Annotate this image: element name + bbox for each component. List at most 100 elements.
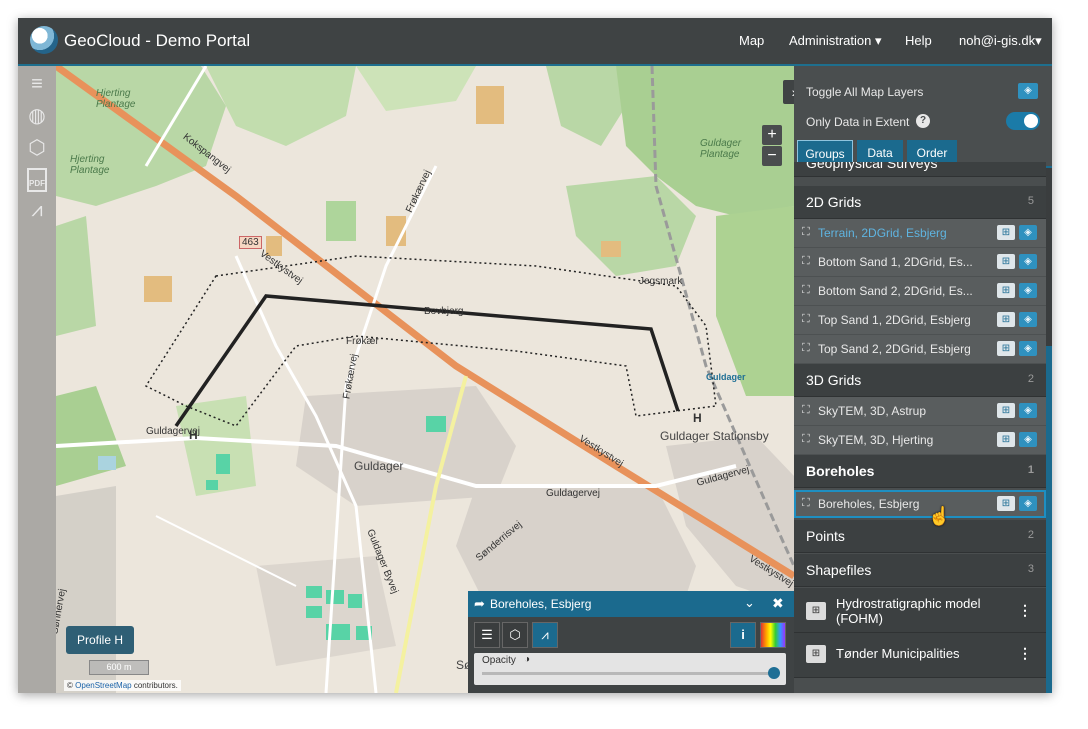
layers-icon[interactable]: ◈ bbox=[1019, 283, 1037, 298]
shapefile-row[interactable]: ⊞ Tønder Municipalities ⋮ bbox=[794, 633, 1046, 678]
group-label: Shapefiles bbox=[806, 562, 872, 578]
layers-icon[interactable]: ◈ bbox=[1019, 312, 1037, 327]
nav-help[interactable]: Help bbox=[905, 33, 932, 48]
expand-icon[interactable]: ⛶ bbox=[802, 404, 814, 416]
layer-row[interactable]: ⛶ Top Sand 1, 2DGrid, Esbjerg ⊞ ◈ bbox=[794, 306, 1046, 335]
only-extent-toggle[interactable] bbox=[1006, 112, 1040, 130]
chevron-right-icon[interactable]: › bbox=[783, 80, 794, 104]
layer-popup: ➦ Boreholes, Esbjerg ⌄ ✖ ☰ ⬡ ⩘ i Opacity… bbox=[468, 591, 794, 693]
layer-name: SkyTEM, 3D, Astrup bbox=[818, 404, 927, 418]
legend-icon[interactable]: ⊞ bbox=[997, 496, 1015, 511]
layer-name: Top Sand 1, 2DGrid, Esbjerg bbox=[818, 313, 971, 327]
nav-user[interactable]: noh@i-gis.dk▾ bbox=[959, 33, 1042, 49]
layers-icon[interactable]: ◈ bbox=[1019, 403, 1037, 418]
nav-administration[interactable]: Administration ▾ bbox=[789, 33, 882, 49]
map-label-town: Guldager Stationsby bbox=[660, 429, 769, 443]
cube-button[interactable]: ⬡ bbox=[502, 622, 528, 648]
osm-link[interactable]: OpenStreetMap bbox=[75, 681, 131, 690]
group-count: 1 bbox=[1027, 464, 1034, 476]
app-window: GeoCloud - Demo Portal Map Administratio… bbox=[18, 18, 1052, 693]
borehole-marker[interactable]: H bbox=[189, 428, 198, 442]
group-header-boreholes[interactable]: Boreholes 1 bbox=[794, 455, 1046, 488]
layers-icon[interactable]: ≡ bbox=[25, 72, 49, 96]
legend-icon[interactable]: ⊞ bbox=[806, 645, 826, 663]
pdf-icon[interactable]: PDF bbox=[27, 168, 47, 192]
nav-administration-label: Administration bbox=[789, 33, 872, 48]
kebab-menu-icon[interactable]: ⋮ bbox=[1018, 645, 1032, 662]
layer-row-selected[interactable]: ⛶ Boreholes, Esbjerg ⊞ ◈ bbox=[794, 490, 1046, 518]
chart-icon[interactable]: ⩘ bbox=[25, 198, 49, 222]
scrollbar-thumb[interactable] bbox=[1046, 346, 1052, 693]
layer-row[interactable]: ⛶ Bottom Sand 1, 2DGrid, Es... ⊞ ◈ bbox=[794, 248, 1046, 277]
legend-icon[interactable]: ⊞ bbox=[997, 225, 1015, 240]
group-header-shapefiles[interactable]: Shapefiles 3 bbox=[794, 554, 1046, 587]
color-scale-button[interactable] bbox=[760, 622, 786, 648]
close-icon[interactable]: ✖ bbox=[772, 595, 784, 612]
legend-icon[interactable]: ⊞ bbox=[997, 403, 1015, 418]
layers-icon[interactable]: ◈ bbox=[1019, 341, 1037, 356]
attribution-prefix: © bbox=[67, 681, 73, 690]
layer-row[interactable]: ⛶ SkyTEM, 3D, Hjerting ⊞ ◈ bbox=[794, 426, 1046, 455]
layers-icon[interactable]: ◈ bbox=[1019, 496, 1037, 511]
expand-icon[interactable]: ⛶ bbox=[802, 497, 814, 509]
group-header-points[interactable]: Points 2 bbox=[794, 520, 1046, 553]
group-label: 2D Grids bbox=[806, 194, 862, 210]
profile-button[interactable]: Profile H bbox=[66, 626, 134, 654]
opacity-slider-handle[interactable] bbox=[768, 667, 780, 679]
expand-icon[interactable]: ⛶ bbox=[802, 433, 814, 445]
layer-name: Boreholes, Esbjerg bbox=[818, 497, 920, 511]
legend-icon[interactable]: ⊞ bbox=[997, 312, 1015, 327]
layers-icon[interactable]: ◈ bbox=[1019, 225, 1037, 240]
expand-icon[interactable]: ⛶ bbox=[802, 255, 814, 267]
legend-icon[interactable]: ⊞ bbox=[997, 254, 1015, 269]
opacity-label: Opacity bbox=[482, 655, 516, 666]
globe-icon[interactable]: ◍ bbox=[25, 104, 49, 128]
shapefile-row[interactable]: ⊞ Hydrostratigraphic model (FOHM) ⋮ bbox=[794, 588, 1046, 633]
group-header-3d-grids[interactable]: 3D Grids 2 bbox=[794, 364, 1046, 397]
geocloud-logo[interactable] bbox=[30, 26, 58, 54]
layer-name: SkyTEM, 3D, Hjerting bbox=[818, 433, 934, 447]
layer-row[interactable]: ⛶ Terrain, 2DGrid, Esbjerg ⊞ ◈ bbox=[794, 219, 1046, 248]
road-number-label: 463 bbox=[239, 236, 262, 249]
layer-name: Bottom Sand 1, 2DGrid, Es... bbox=[818, 255, 973, 269]
legend-icon[interactable]: ⊞ bbox=[997, 432, 1015, 447]
map-label-town: Guldager bbox=[354, 459, 404, 473]
app-title[interactable]: GeoCloud - Demo Portal bbox=[64, 31, 250, 51]
expand-icon[interactable]: ⛶ bbox=[802, 342, 814, 354]
layer-row[interactable]: ⛶ Top Sand 2, 2DGrid, Esbjerg ⊞ ◈ bbox=[794, 335, 1046, 364]
help-icon[interactable]: ? bbox=[916, 114, 930, 128]
chart-button[interactable]: ⩘ bbox=[532, 622, 558, 648]
attribution-suffix: contributors. bbox=[133, 681, 178, 690]
legend-icon[interactable]: ⊞ bbox=[997, 283, 1015, 298]
map-label-road: Guldagervej bbox=[546, 488, 600, 499]
info-button[interactable]: i bbox=[730, 622, 756, 648]
map-label-place: Bovbjerg bbox=[424, 306, 464, 317]
layer-row[interactable]: ⛶ SkyTEM, 3D, Astrup ⊞ ◈ bbox=[794, 397, 1046, 426]
layers-icon[interactable]: ◈ bbox=[1019, 254, 1037, 269]
popup-title: Boreholes, Esbjerg bbox=[490, 597, 592, 611]
expand-icon[interactable]: ⛶ bbox=[802, 313, 814, 325]
legend-icon[interactable]: ⊞ bbox=[997, 341, 1015, 356]
chevron-down-icon[interactable]: ⌄ bbox=[744, 595, 755, 611]
map-label-station: Guldager bbox=[706, 372, 746, 382]
group-header-2d-grids[interactable]: 2D Grids 5 bbox=[794, 186, 1046, 219]
cube-icon[interactable]: ⬡ bbox=[25, 136, 49, 160]
group-count: 3 bbox=[1027, 563, 1034, 575]
expand-icon[interactable]: ⛶ bbox=[802, 226, 814, 238]
nav-map[interactable]: Map bbox=[739, 33, 764, 48]
group-count: 2 bbox=[1027, 373, 1034, 385]
borehole-marker[interactable]: H bbox=[693, 411, 702, 425]
group-count: 2 bbox=[1027, 529, 1034, 541]
zoom-out-button[interactable]: − bbox=[762, 146, 782, 166]
group-header-partial[interactable]: Geophysical Surveys bbox=[794, 162, 1046, 177]
layers-button[interactable]: ☰ bbox=[474, 622, 500, 648]
expand-icon[interactable]: ⛶ bbox=[802, 284, 814, 296]
zoom-in-button[interactable]: + bbox=[762, 125, 782, 145]
only-extent-label: Only Data in Extent bbox=[806, 115, 910, 129]
map-label-place: Jegsmark bbox=[639, 276, 683, 287]
kebab-menu-icon[interactable]: ⋮ bbox=[1018, 602, 1032, 619]
layers-icon[interactable]: ◈ bbox=[1019, 432, 1037, 447]
toggle-all-layers-button[interactable]: ◈ bbox=[1018, 83, 1038, 99]
legend-icon[interactable]: ⊞ bbox=[806, 602, 826, 620]
layer-row[interactable]: ⛶ Bottom Sand 2, 2DGrid, Es... ⊞ ◈ bbox=[794, 277, 1046, 306]
